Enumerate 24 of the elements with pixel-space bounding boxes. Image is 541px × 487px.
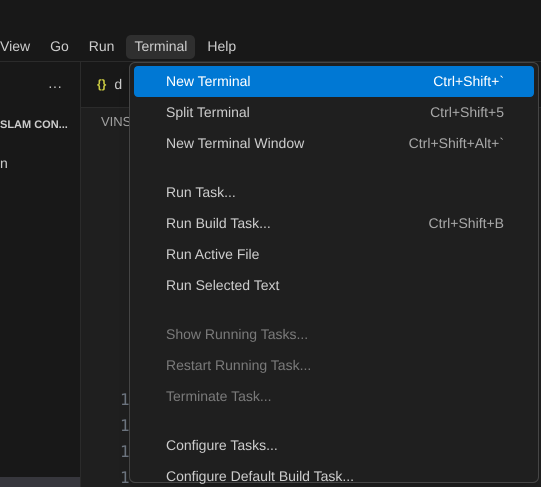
menu-option[interactable]: Run Selected Text [134,270,534,301]
menu-item[interactable]: Run [80,34,122,58]
menu-option[interactable]: Run Active File [134,239,534,270]
menu-option[interactable]: New Terminal Window Ctrl+Shift+Alt+` [134,128,534,159]
line-number: 1 [120,391,130,409]
menu-option[interactable]: Run Build Task... Ctrl+Shift+B [134,208,534,239]
more-actions[interactable]: ··· [48,76,62,96]
menu-item[interactable]: Go [42,34,77,58]
menu-item[interactable]: View [0,34,38,58]
tab-title[interactable]: d [114,74,122,95]
json-icon: {} [97,75,106,94]
explorer-item[interactable]: n [0,152,8,174]
menu-option[interactable]: Split Terminal Ctrl+Shift+5 [134,97,534,128]
menu-option[interactable]: Configure Tasks... [134,430,534,461]
menu-option[interactable]: Run Task... [134,177,534,208]
menu-item[interactable]: Help [199,34,244,58]
menu-option[interactable]: Configure Default Build Task... [134,461,534,487]
line-number: 1 [120,417,130,435]
menu-option[interactable]: New Terminal Ctrl+Shift+` [134,66,534,97]
section-title[interactable]: SLAM CON... [0,116,68,134]
line-number: 1 [120,443,130,461]
menu-item[interactable]: Terminal [126,34,196,58]
line-number: 1 [120,469,130,487]
selected-row[interactable] [0,477,80,487]
